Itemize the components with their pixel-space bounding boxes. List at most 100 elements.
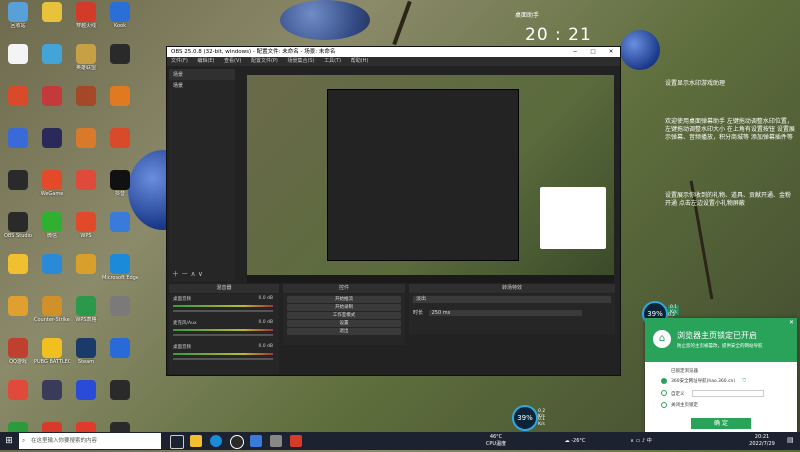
duration-input[interactable]: 250 ms xyxy=(428,310,582,316)
desktop-icon[interactable]: WPS表格 xyxy=(68,296,104,323)
menu-edit[interactable]: 编辑(E) xyxy=(197,58,214,64)
task-view-icon[interactable] xyxy=(170,435,184,449)
app-icon[interactable] xyxy=(290,435,302,447)
app-icon[interactable] xyxy=(250,435,262,447)
menu-profile[interactable]: 配置文件(P) xyxy=(251,58,278,64)
desktop-icon[interactable]: 穿越火线 xyxy=(68,2,104,29)
move-up-icon[interactable]: ∧ xyxy=(190,270,195,278)
clock-widget[interactable]: 桌面助手 20 : 21 xyxy=(515,10,625,50)
desktop-icon[interactable] xyxy=(102,338,138,359)
desktop-icon[interactable] xyxy=(68,170,104,191)
cpu-widget[interactable]: 39% 0.2 K/s 0.1 K/s xyxy=(512,405,545,431)
desktop-icon[interactable] xyxy=(68,128,104,149)
volume-icon[interactable]: ♪ xyxy=(642,438,645,444)
desktop-icon[interactable] xyxy=(0,296,36,317)
app-icon[interactable] xyxy=(270,435,282,447)
network-icon[interactable]: ▭ xyxy=(636,438,641,444)
desktop-icon[interactable]: Kook xyxy=(102,2,138,29)
desktop-icon[interactable] xyxy=(34,2,70,23)
close-icon[interactable]: ✕ xyxy=(602,47,620,57)
desktop-icon[interactable]: 英雄联盟 xyxy=(68,44,104,71)
desktop-icon[interactable]: OBS Studio xyxy=(0,212,36,239)
menu-help[interactable]: 帮助(H) xyxy=(351,58,369,64)
desktop-icon[interactable] xyxy=(102,44,138,65)
option-disable-lock[interactable]: 关闭主页锁定 xyxy=(661,402,698,408)
exit-button[interactable]: 退出 xyxy=(287,328,401,335)
settings-button[interactable]: 设置 xyxy=(287,320,401,327)
close-icon[interactable]: ✕ xyxy=(789,319,794,326)
desktop-icon[interactable]: PUBG BATTLEGR... xyxy=(34,338,70,365)
desktop-icon[interactable] xyxy=(34,128,70,149)
homepage-lock-popup[interactable]: ⌂ 浏览器主页锁定已开启 防止您的主页被篡改，提供安全的网站导航 ✕ 已锁定浏览… xyxy=(645,318,797,432)
menu-file[interactable]: 文件(F) xyxy=(171,58,188,64)
desktop-icon[interactable] xyxy=(68,380,104,401)
app-icon xyxy=(42,44,62,64)
desktop-icon[interactable] xyxy=(34,44,70,65)
desktop-icon[interactable]: QQ游戏 xyxy=(0,338,36,365)
minimize-icon[interactable]: ─ xyxy=(566,47,584,57)
file-explorer-icon[interactable] xyxy=(190,435,202,447)
notification-icon[interactable]: ▤ xyxy=(787,436,794,444)
obs-window[interactable]: OBS 25.0.8 (32-bit, windows) - 配置文件: 未命名… xyxy=(166,46,621,376)
menu-view[interactable]: 查看(V) xyxy=(224,58,241,64)
desktop-icon[interactable]: Counter-Strike Global... xyxy=(34,296,70,323)
volume-slider[interactable] xyxy=(173,310,273,312)
edge-icon[interactable] xyxy=(210,435,222,447)
option-360-nav[interactable]: 360安全网址导航(hao.360.cn) ⛉ xyxy=(661,378,746,384)
desktop-icon[interactable] xyxy=(0,380,36,401)
desktop-icon-label: 穿越火线 xyxy=(75,23,96,29)
volume-slider[interactable] xyxy=(173,358,273,360)
desktop-icon[interactable] xyxy=(34,380,70,401)
desktop-icon[interactable] xyxy=(0,170,36,191)
desktop-icon[interactable] xyxy=(102,296,138,317)
chevron-up-icon[interactable]: ∧ xyxy=(630,438,634,444)
transition-select[interactable]: 淡出 xyxy=(413,296,611,303)
desktop-icon[interactable] xyxy=(102,86,138,107)
lang-indicator[interactable]: 中 xyxy=(647,438,652,444)
volume-slider[interactable] xyxy=(173,334,273,336)
desktop-icon[interactable]: 回收站 xyxy=(0,2,36,29)
move-down-icon[interactable]: ∨ xyxy=(198,270,203,278)
maximize-icon[interactable]: □ xyxy=(584,47,602,57)
studio-mode-button[interactable]: 工作室模式 xyxy=(287,312,401,319)
obs-taskbar-icon[interactable] xyxy=(230,435,244,449)
desktop-icon[interactable]: WPS xyxy=(68,212,104,239)
desktop-icon[interactable]: 微信 xyxy=(34,212,70,239)
confirm-button[interactable]: 确 定 xyxy=(691,418,751,429)
desktop-icon[interactable] xyxy=(68,254,104,275)
add-icon[interactable]: ＋ xyxy=(172,270,179,278)
desktop-icon[interactable] xyxy=(0,44,36,65)
desktop-icon[interactable] xyxy=(68,86,104,107)
desktop-icon[interactable]: WeGame xyxy=(34,170,70,197)
option-custom[interactable]: 自定义 xyxy=(661,390,764,397)
obs-preview[interactable] xyxy=(247,75,614,283)
desktop-icon[interactable] xyxy=(34,254,70,275)
custom-url-input[interactable] xyxy=(691,390,764,397)
desktop-icon[interactable] xyxy=(102,380,138,401)
desktop-icon[interactable] xyxy=(0,128,36,149)
tray-icons[interactable]: ∧ ▭ ♪ 中 xyxy=(596,432,686,450)
taskbar-clock[interactable]: 20:21 2022/7/29 xyxy=(740,434,784,452)
weather[interactable]: ☁ -26°C xyxy=(560,432,590,450)
remove-icon[interactable]: － xyxy=(181,270,188,278)
app-icon xyxy=(110,44,130,64)
desktop-icon[interactable] xyxy=(0,86,36,107)
popup-subtitle: 防止您的主页被篡改，提供安全的网站导航 xyxy=(677,344,763,349)
desktop-icon[interactable]: Steam xyxy=(68,338,104,365)
obs-titlebar[interactable]: OBS 25.0.8 (32-bit, windows) - 配置文件: 未命名… xyxy=(167,47,620,57)
menu-tools[interactable]: 工具(T) xyxy=(324,58,341,64)
desktop-icon[interactable]: 抖音 xyxy=(102,170,138,197)
desktop-icon[interactable]: Microsoft Edge xyxy=(102,254,138,281)
desktop-icon[interactable] xyxy=(34,86,70,107)
start-button[interactable]: ⊞ xyxy=(0,432,18,450)
app-icon xyxy=(110,296,130,316)
desktop-icon[interactable] xyxy=(0,254,36,275)
menu-scene-collection[interactable]: 场景集合(S) xyxy=(287,58,314,64)
search-input[interactable]: ⌕ 在这里输入你要搜索的内容 xyxy=(19,433,161,449)
start-recording-button[interactable]: 开始录制 xyxy=(287,304,401,311)
scene-item[interactable]: 场景 xyxy=(169,80,235,91)
start-streaming-button[interactable]: 开始推流 xyxy=(287,296,401,303)
desktop-icon[interactable] xyxy=(102,212,138,233)
desktop-icon[interactable] xyxy=(102,128,138,149)
cpu-temp[interactable]: 46°C CPU温度 xyxy=(476,434,516,452)
